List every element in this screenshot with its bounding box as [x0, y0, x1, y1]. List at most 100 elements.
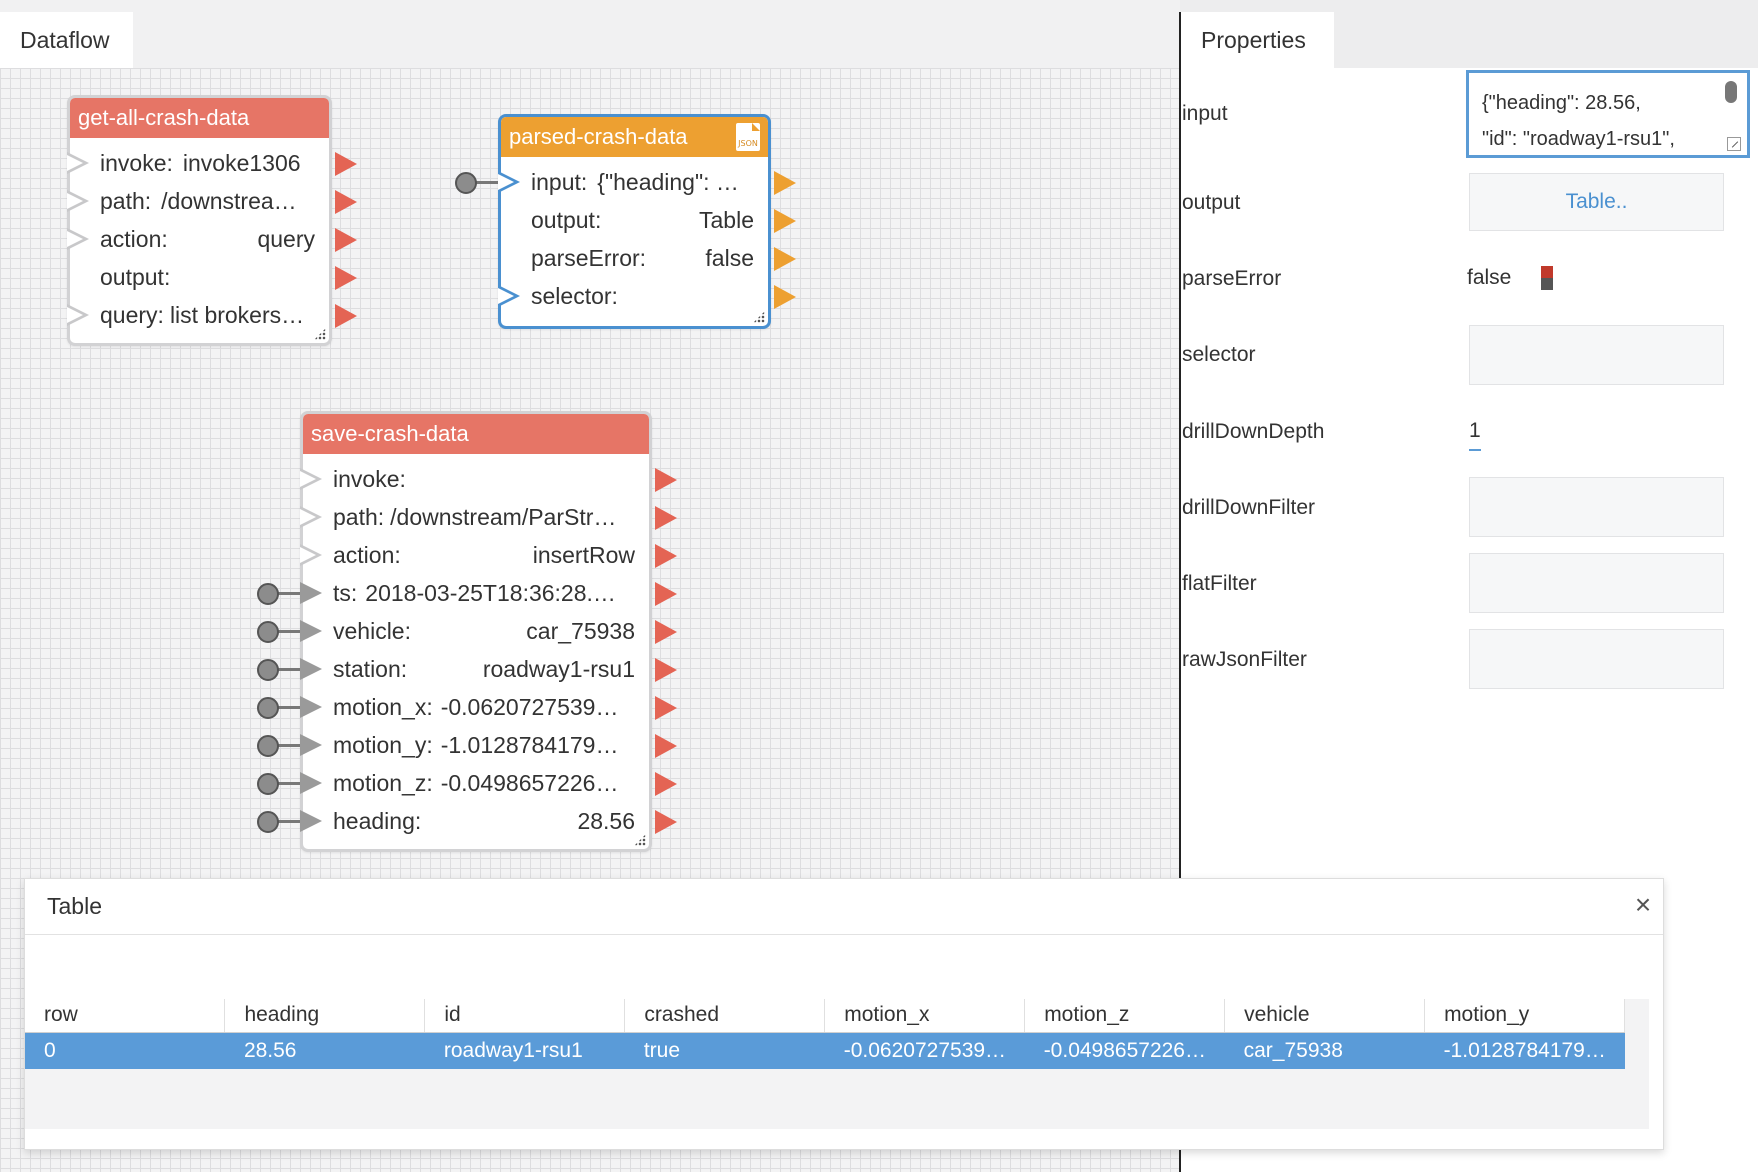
connection-pin[interactable]: [257, 659, 279, 681]
column-header[interactable]: motion_x: [824, 999, 1026, 1033]
node-field-path[interactable]: path: /downstrea…: [67, 182, 357, 220]
field-label: invoke:: [100, 149, 173, 176]
output-port[interactable]: [655, 506, 677, 530]
input-port[interactable]: [67, 228, 89, 250]
input-port[interactable]: [67, 190, 89, 212]
output-port[interactable]: [774, 171, 796, 195]
field-value: 28.56: [577, 807, 635, 834]
connection-pin[interactable]: [455, 172, 477, 194]
node-field-output[interactable]: output: Table: [501, 201, 796, 239]
column-header[interactable]: motion_z: [1024, 999, 1226, 1033]
output-port[interactable]: [655, 544, 677, 568]
parseError-value: false: [1467, 266, 1512, 289]
output-port[interactable]: [655, 734, 677, 758]
table-cell: roadway1-rsu1: [424, 1032, 625, 1069]
scrollbar-thumb[interactable]: [1725, 81, 1737, 103]
connection-pin[interactable]: [257, 811, 279, 833]
node-title: save-crash-data: [311, 421, 469, 446]
connection-pin[interactable]: [257, 583, 279, 605]
field-label: motion_y:: [333, 731, 433, 758]
column-header[interactable]: vehicle: [1224, 999, 1426, 1033]
node-field-invoke[interactable]: invoke:: [300, 460, 677, 498]
field-label: action:: [333, 541, 401, 568]
input-port[interactable]: [300, 810, 322, 832]
input-port[interactable]: [498, 171, 520, 193]
input-port[interactable]: [300, 544, 322, 566]
output-port[interactable]: [655, 772, 677, 796]
drillDownFilter-input[interactable]: [1469, 477, 1724, 537]
output-port[interactable]: [774, 209, 796, 233]
input-textarea[interactable]: {"heading": 28.56, "id": "roadway1-rsu1"…: [1466, 70, 1750, 158]
output-port[interactable]: [655, 696, 677, 720]
column-header[interactable]: heading: [224, 999, 426, 1033]
output-port[interactable]: [774, 247, 796, 271]
node-field-action[interactable]: action: insertRow: [300, 536, 677, 574]
input-port[interactable]: [300, 620, 322, 642]
node-field-motion-y[interactable]: motion_y: -1.0128784179…: [257, 726, 677, 764]
node-field-heading[interactable]: heading: 28.56: [257, 802, 677, 840]
node-field-parseError[interactable]: parseError: false: [501, 239, 796, 277]
connection-pin[interactable]: [257, 697, 279, 719]
output-port[interactable]: [335, 304, 357, 328]
table-panel-header[interactable]: Table ×: [25, 879, 1663, 935]
node-field-motion-x[interactable]: motion_x: -0.0620727539…: [257, 688, 677, 726]
output-port[interactable]: [655, 810, 677, 834]
node-field-input[interactable]: input: {"heading": …: [455, 163, 796, 201]
rawJsonFilter-input[interactable]: [1469, 629, 1724, 689]
input-port[interactable]: [498, 285, 520, 307]
column-header[interactable]: motion_y: [1424, 999, 1625, 1033]
output-port[interactable]: [655, 582, 677, 606]
properties-tab[interactable]: Properties: [1181, 12, 1334, 68]
node-field-query[interactable]: query: list brokers…: [67, 296, 357, 334]
node-field-output[interactable]: output:: [70, 258, 357, 296]
output-port[interactable]: [335, 152, 357, 176]
output-port[interactable]: [655, 658, 677, 682]
column-header[interactable]: row: [25, 999, 226, 1033]
output-table-button[interactable]: Table..: [1469, 173, 1724, 231]
flatFilter-input[interactable]: [1469, 553, 1724, 613]
node-header[interactable]: parsed-crash-data JSON: [501, 117, 768, 157]
connection-pin[interactable]: [257, 773, 279, 795]
field-label: invoke:: [333, 465, 406, 492]
node-field-motion-z[interactable]: motion_z: -0.0498657226…: [257, 764, 677, 802]
selector-input[interactable]: [1469, 325, 1724, 385]
column-header[interactable]: id: [424, 999, 626, 1033]
input-port[interactable]: [300, 696, 322, 718]
table-row[interactable]: 0 28.56 roadway1-rsu1 true -0.0620727539…: [25, 1032, 1625, 1069]
node-field-invoke[interactable]: invoke: invoke1306: [67, 144, 357, 182]
node-get-all-crash-data[interactable]: get-all-crash-data invoke: invoke1306 pa…: [67, 95, 357, 346]
dataflow-tab[interactable]: Dataflow: [0, 12, 133, 68]
node-save-crash-data[interactable]: save-crash-data invoke: path: /downstrea…: [257, 411, 677, 852]
input-port[interactable]: [300, 468, 322, 490]
field-label: heading:: [333, 807, 422, 834]
column-header[interactable]: crashed: [624, 999, 826, 1033]
output-port[interactable]: [655, 620, 677, 644]
node-field-path[interactable]: path: /downstream/ParStr…: [300, 498, 677, 536]
node-field-station[interactable]: station: roadway1-rsu1: [257, 650, 677, 688]
input-port[interactable]: [67, 304, 89, 326]
input-port[interactable]: [300, 658, 322, 680]
node-header[interactable]: save-crash-data: [303, 414, 649, 454]
input-port[interactable]: [300, 772, 322, 794]
output-port[interactable]: [335, 266, 357, 290]
node-parsed-crash-data[interactable]: parsed-crash-data JSON input: {"heading"…: [455, 114, 796, 329]
input-port[interactable]: [300, 582, 322, 604]
close-icon[interactable]: ×: [1629, 889, 1657, 920]
input-port[interactable]: [300, 506, 322, 528]
textarea-resize-handle[interactable]: [1727, 137, 1741, 151]
node-field-vehicle[interactable]: vehicle: car_75938: [257, 612, 677, 650]
parseError-toggle[interactable]: [1541, 266, 1553, 290]
input-port[interactable]: [67, 152, 89, 174]
node-field-selector[interactable]: selector:: [498, 277, 796, 315]
drillDownDepth-input[interactable]: 1: [1469, 419, 1481, 443]
node-field-action[interactable]: action: query: [67, 220, 357, 258]
input-port[interactable]: [300, 734, 322, 756]
output-port[interactable]: [335, 228, 357, 252]
output-port[interactable]: [655, 468, 677, 492]
node-header[interactable]: get-all-crash-data: [70, 98, 329, 138]
connection-pin[interactable]: [257, 621, 279, 643]
output-port[interactable]: [774, 285, 796, 309]
connection-pin[interactable]: [257, 735, 279, 757]
output-port[interactable]: [335, 190, 357, 214]
node-field-ts[interactable]: ts: 2018-03-25T18:36:28.…: [257, 574, 677, 612]
